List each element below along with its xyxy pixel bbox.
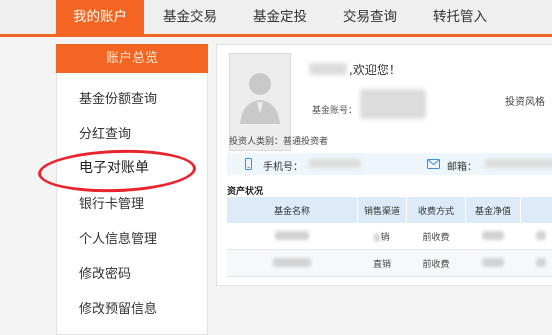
- sidebar-item-change-password[interactable]: 修改密码: [79, 263, 131, 282]
- sidebar-item-fund-shares[interactable]: 基金份额查询: [79, 88, 157, 107]
- contact-bar: 手机号： 邮箱：: [227, 153, 552, 175]
- assets-title: 资产状况: [227, 184, 263, 197]
- table-row[interactable]: 直销 前收费: [227, 250, 552, 277]
- col-extra: [521, 197, 552, 223]
- fee-cell: 前收费: [407, 223, 466, 250]
- sidebar-item-personal-info[interactable]: 个人信息管理: [79, 228, 157, 247]
- tab-my-account[interactable]: 我的账户: [56, 0, 144, 34]
- fee-cell: 前收费: [407, 250, 466, 277]
- nav-cell: [466, 250, 521, 277]
- tab-transaction-query[interactable]: 交易查询: [328, 0, 412, 34]
- phone-masked: [309, 159, 361, 168]
- investor-type: 投资人类别：普通投资者: [229, 134, 328, 147]
- extra-cell: [521, 250, 552, 277]
- fund-name-cell: [227, 223, 358, 250]
- assets-table: 基金名称 销售渠道 收费方式 基金净值 销 前收费 直销 前收费: [227, 197, 552, 277]
- fund-name-cell: [227, 250, 358, 277]
- sidebar-item-bank-cards[interactable]: 银行卡管理: [79, 193, 144, 212]
- account-number-masked: [360, 89, 426, 119]
- extra-cell: [521, 223, 552, 250]
- col-fund-nav: 基金净值: [466, 197, 521, 223]
- sidebar-item-dividends[interactable]: 分红查询: [79, 123, 131, 142]
- nav-cell: [466, 223, 521, 250]
- email-label: 邮箱：: [447, 158, 477, 173]
- col-fund-name: 基金名称: [227, 197, 358, 223]
- account-label: 基金账号：: [312, 103, 357, 116]
- channel-cell: 直销: [358, 250, 407, 277]
- mobile-phone-icon: [245, 158, 252, 170]
- tab-fund-auto-invest[interactable]: 基金定投: [238, 0, 322, 34]
- col-fee-method: 收费方式: [407, 197, 466, 223]
- mail-icon: [427, 159, 440, 169]
- sidebar-header: 账户总览: [56, 44, 208, 73]
- tab-transfer-in[interactable]: 转托管入: [418, 0, 502, 34]
- channel-cell: 销: [358, 223, 407, 250]
- sidebar-item-reserved-info[interactable]: 修改预留信息: [79, 298, 157, 317]
- col-sales-channel: 销售渠道: [358, 197, 407, 223]
- account-panel: ,欢迎您！ 基金账号： 投资风格 投资人类别：普通投资者 手机号： 邮箱： 资产…: [216, 44, 552, 286]
- welcome-text: ,欢迎您！: [349, 61, 401, 78]
- phone-label: 手机号：: [263, 158, 303, 173]
- username-masked: [309, 63, 347, 75]
- table-row[interactable]: 销 前收费: [227, 223, 552, 250]
- email-masked: [485, 159, 552, 168]
- risk-style-label: 投资风格: [505, 93, 545, 108]
- top-nav: 我的账户 基金交易 基金定投 交易查询 转托管入: [0, 0, 552, 37]
- tab-fund-trading[interactable]: 基金交易: [148, 0, 232, 34]
- table-header-row: 基金名称 销售渠道 收费方式 基金净值: [227, 197, 552, 223]
